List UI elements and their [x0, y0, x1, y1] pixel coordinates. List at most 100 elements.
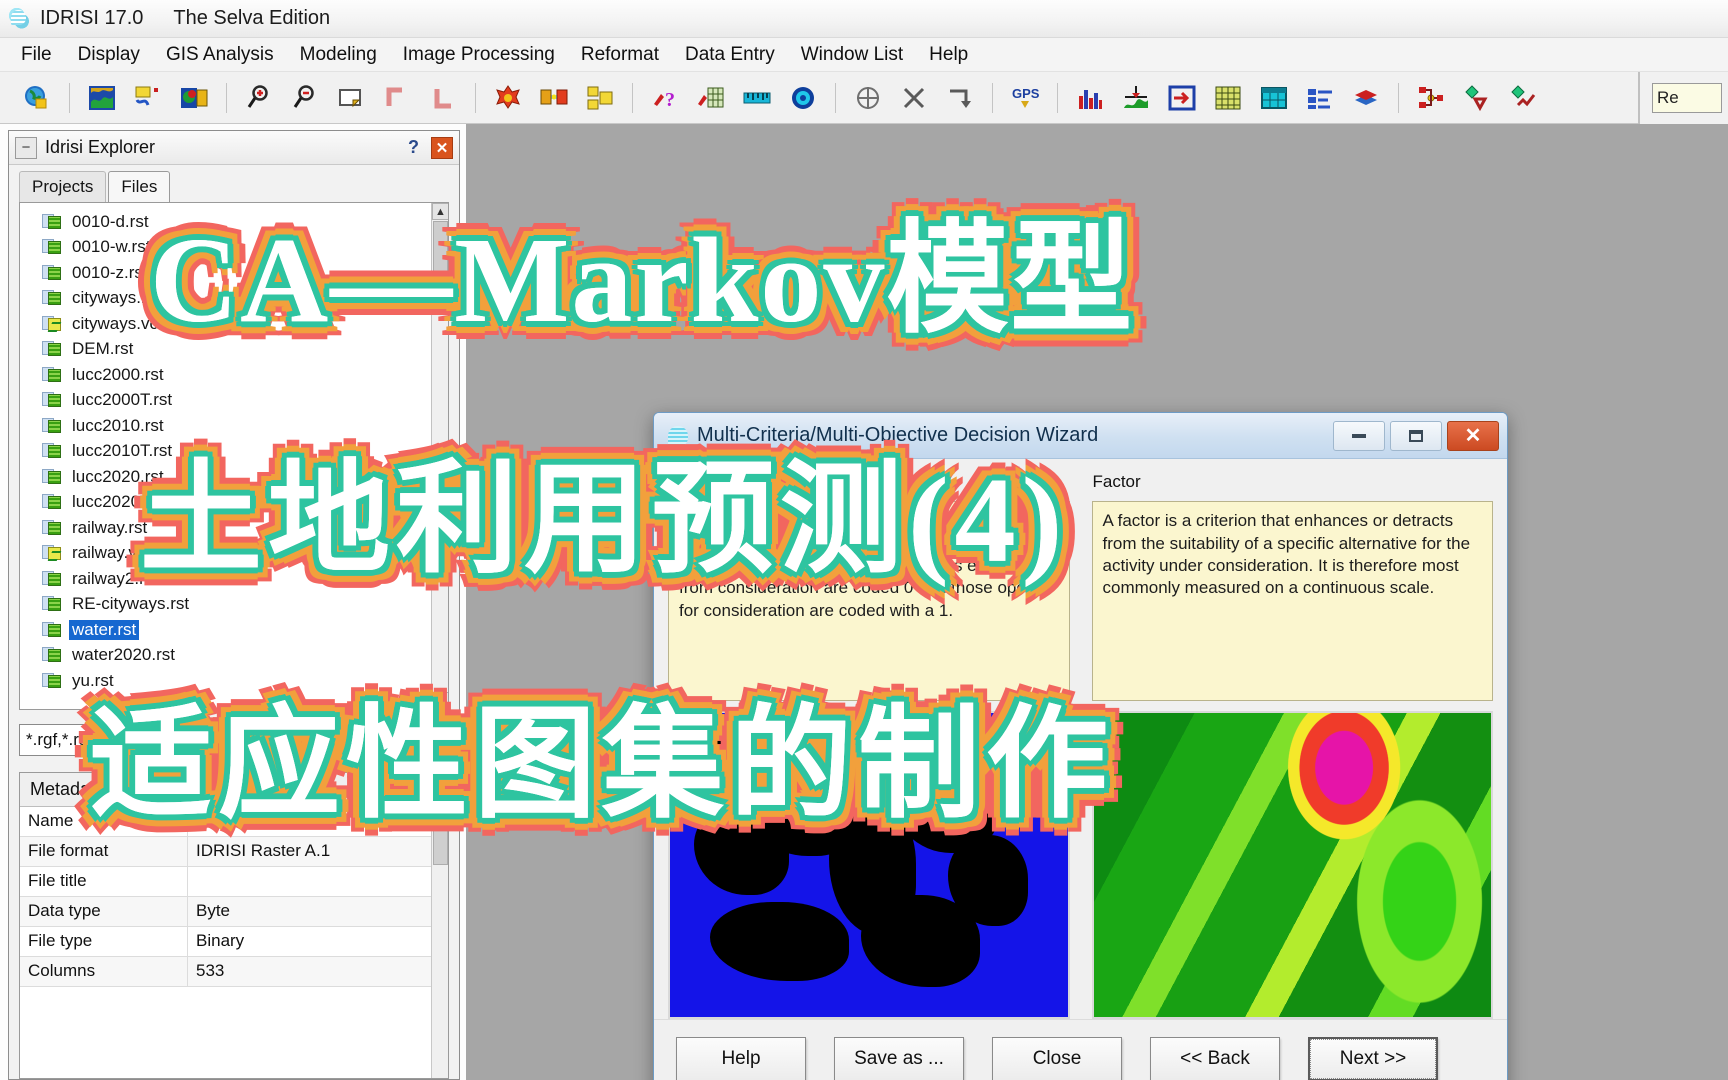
help-button[interactable]: Help	[676, 1036, 806, 1080]
list-item[interactable]: DEM.rst	[42, 337, 448, 363]
list-item[interactable]: railway.vct	[42, 541, 448, 567]
list-item[interactable]: yu.rst	[42, 668, 448, 694]
image-calculator-icon[interactable]	[488, 78, 528, 118]
list-item[interactable]: 0010-z.rst	[42, 260, 448, 286]
raster-file-icon	[42, 213, 62, 231]
file-filter-input[interactable]: *.rgf,*.rst	[19, 724, 449, 756]
file-list-scrollbar[interactable]: ▲ ▼	[431, 203, 448, 709]
layer-properties-icon[interactable]	[580, 78, 620, 118]
metadata-value[interactable]	[188, 867, 448, 896]
scroll-up-arrow-icon[interactable]: ▲	[432, 807, 448, 824]
list-item[interactable]: lucc2000.rst	[42, 362, 448, 388]
metadata-value[interactable]: water	[188, 807, 448, 836]
menu-item-file[interactable]: File	[8, 41, 65, 69]
menu-item-reformat[interactable]: Reformat	[568, 41, 672, 69]
menu-item-data-entry[interactable]: Data Entry	[672, 41, 788, 69]
profile-icon[interactable]	[1116, 78, 1156, 118]
next-button[interactable]: Next >>	[1308, 1036, 1438, 1080]
list-item[interactable]: lucc2020T.rst	[42, 490, 448, 516]
query-icon[interactable]: ?	[645, 78, 685, 118]
gps-icon[interactable]: GPS	[1005, 78, 1045, 118]
legend-icon[interactable]	[1300, 78, 1340, 118]
vector-file-icon	[42, 315, 62, 333]
scrollbar-thumb[interactable]	[433, 221, 448, 291]
measure-icon[interactable]	[737, 78, 777, 118]
metadata-value[interactable]: Binary	[188, 927, 448, 956]
menu-item-image-processing[interactable]: Image Processing	[390, 41, 568, 69]
toolbar-text-field[interactable]: Re	[1652, 83, 1722, 113]
export-icon[interactable]	[1162, 78, 1202, 118]
table-row: File format IDRISI Raster A.1	[20, 837, 448, 867]
menu-item-gis-analysis[interactable]: GIS Analysis	[153, 41, 287, 69]
tab-files[interactable]: Files	[108, 171, 171, 202]
list-item[interactable]: 0010-w.rst	[42, 235, 448, 261]
metadata-value[interactable]: IDRISI Raster A.1	[188, 837, 448, 866]
collection-editor-icon[interactable]	[1346, 78, 1386, 118]
land-change-modeler-icon[interactable]	[1503, 78, 1543, 118]
pane-headings: Constraint Factor	[668, 471, 1493, 493]
zoom-out-icon[interactable]	[285, 78, 325, 118]
metadata-scrollbar[interactable]: ▲	[431, 807, 448, 1078]
zoom-window-icon[interactable]	[331, 78, 371, 118]
menu-item-window-list[interactable]: Window List	[788, 41, 916, 69]
menu-item-help[interactable]: Help	[916, 41, 981, 69]
histogram-icon[interactable]	[1070, 78, 1110, 118]
menu-item-display[interactable]: Display	[65, 41, 153, 69]
list-item[interactable]: railway.rst	[42, 515, 448, 541]
display-launcher-icon[interactable]	[82, 78, 122, 118]
full-extent-icon[interactable]	[423, 78, 463, 118]
list-item[interactable]: cityways.rst	[42, 286, 448, 312]
earth-trends-icon[interactable]	[1457, 78, 1497, 118]
metadata-key: File format	[20, 837, 188, 866]
list-item[interactable]: cityways.vct	[42, 311, 448, 337]
edit-layer-icon[interactable]	[534, 78, 574, 118]
cursor-inquiry-icon[interactable]	[783, 78, 823, 118]
list-item[interactable]: lucc2010T.rst	[42, 439, 448, 465]
list-item-selected[interactable]: water.rst	[42, 617, 448, 643]
file-name: lucc2000.rst	[72, 364, 164, 384]
list-item[interactable]: lucc2010.rst	[42, 413, 448, 439]
minimize-icon	[1352, 433, 1366, 438]
list-item[interactable]: lucc2020.rst	[42, 464, 448, 490]
placemark-icon[interactable]	[848, 78, 888, 118]
constraint-description: A constraint serves to limit the alterna…	[668, 501, 1070, 702]
composer-icon[interactable]	[174, 78, 214, 118]
factor-suitability-map	[1091, 711, 1493, 1019]
add-layer-icon[interactable]	[128, 78, 168, 118]
raster-file-icon	[42, 493, 62, 511]
list-item[interactable]: railway2.rst	[42, 566, 448, 592]
back-button[interactable]: << Back	[1150, 1036, 1280, 1080]
list-item[interactable]: RE-cityways.rst	[42, 592, 448, 618]
file-name: lucc2000T.rst	[72, 390, 173, 410]
maximize-button[interactable]	[1390, 420, 1442, 451]
metadata-value[interactable]: 533	[188, 957, 448, 986]
idrisi-explorer-icon[interactable]	[17, 78, 57, 118]
digitize-icon[interactable]	[894, 78, 934, 118]
close-dialog-button[interactable]: Close	[992, 1036, 1122, 1080]
list-item[interactable]: 0010-d.rst	[42, 209, 448, 235]
list-item[interactable]: lucc2000T.rst	[42, 388, 448, 414]
table-query-icon[interactable]	[691, 78, 731, 118]
close-button[interactable]: ✕	[1447, 420, 1499, 451]
metadata-action-icon[interactable]	[422, 786, 440, 791]
close-icon[interactable]: ✕	[431, 136, 453, 159]
raster-editor-icon[interactable]	[1208, 78, 1248, 118]
menu-item-modeling[interactable]: Modeling	[287, 41, 390, 69]
pan-icon[interactable]	[377, 78, 417, 118]
save-as-button[interactable]: Save as ...	[834, 1036, 964, 1080]
zoom-in-icon[interactable]	[239, 78, 279, 118]
scrollbar-thumb[interactable]	[433, 825, 448, 865]
scroll-up-arrow-icon[interactable]: ▲	[432, 203, 448, 220]
list-item[interactable]: water2020.rst	[42, 643, 448, 669]
tab-projects[interactable]: Projects	[19, 171, 107, 202]
macro-modeler-icon[interactable]	[1411, 78, 1451, 118]
minimize-button[interactable]	[1333, 420, 1385, 451]
scroll-down-arrow-icon[interactable]: ▼	[432, 692, 448, 709]
delete-feature-icon[interactable]	[940, 78, 980, 118]
help-icon[interactable]: ?	[404, 137, 423, 158]
application-edition-label: The Selva Edition	[173, 7, 331, 29]
collapse-button[interactable]: −	[15, 136, 37, 159]
browse-item[interactable]: Browse	[42, 694, 448, 710]
metadata-value[interactable]: Byte	[188, 897, 448, 926]
database-workshop-icon[interactable]	[1254, 78, 1294, 118]
